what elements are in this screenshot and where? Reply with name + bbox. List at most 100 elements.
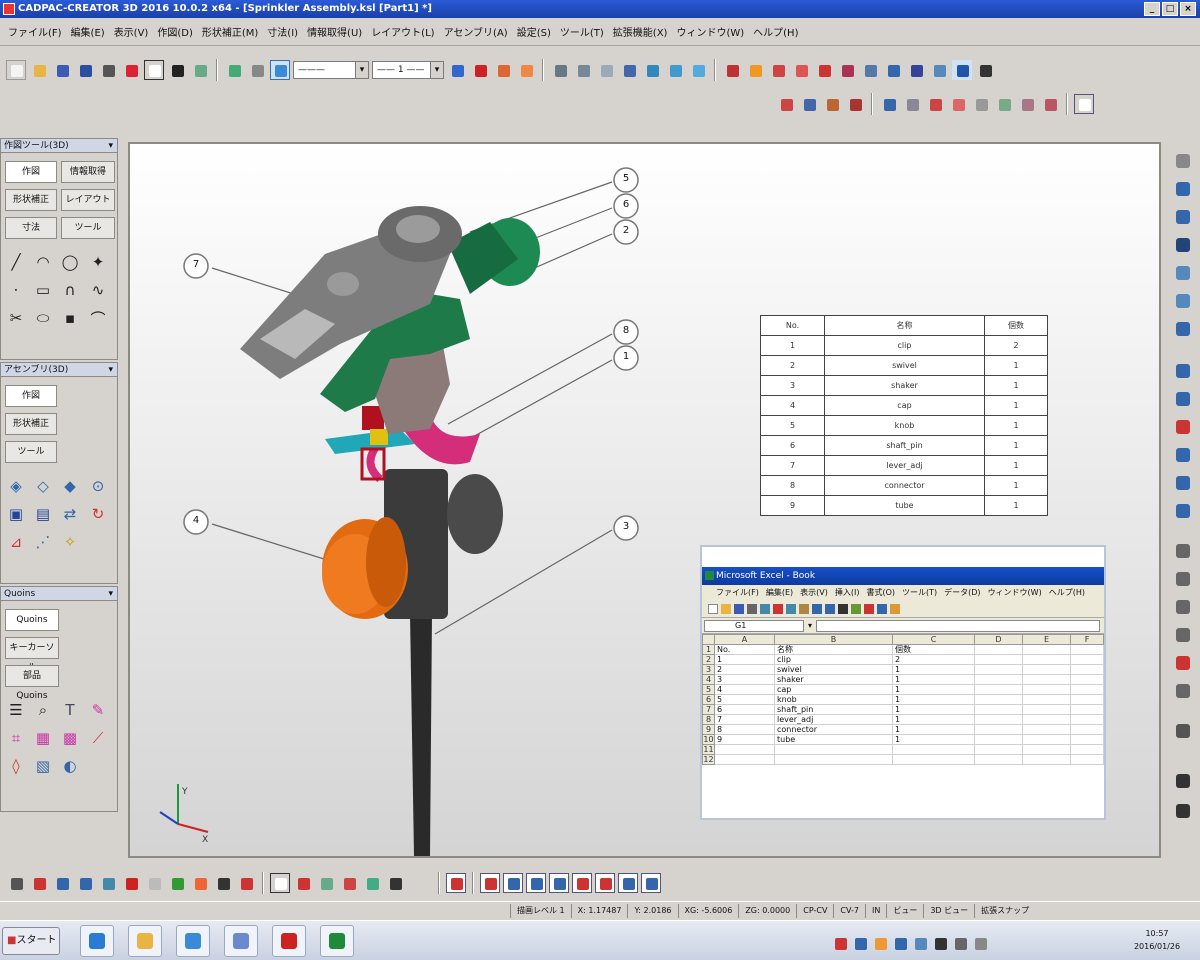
menu-settings[interactable]: 設定(S): [517, 24, 551, 39]
excel-paste-icon[interactable]: [799, 603, 809, 614]
view-side-icon[interactable]: [665, 60, 685, 80]
excel-cell[interactable]: [1022, 714, 1071, 725]
balloon-8[interactable]: 8: [620, 325, 632, 336]
tray-keyboard-icon[interactable]: [950, 933, 967, 950]
excel-corner[interactable]: [702, 634, 715, 645]
excel-zoom-icon[interactable]: [890, 603, 900, 614]
excel-undo-icon[interactable]: [812, 603, 822, 614]
excel-cell[interactable]: 9: [714, 734, 775, 745]
excel-grid[interactable]: A B C D E F 1 No. 名称 個数 2 1 clip 2 3 2 swivel 1 4 3 sh…: [702, 634, 1104, 765]
excel-cell[interactable]: [1070, 654, 1104, 665]
excel-cell[interactable]: [974, 674, 1023, 685]
excel-cell[interactable]: swivel: [774, 664, 893, 675]
excel-cell[interactable]: [974, 664, 1023, 675]
tab-assembly-tools[interactable]: ツール: [5, 441, 57, 463]
line-icon[interactable]: [167, 60, 187, 80]
view-top-icon[interactable]: [642, 60, 662, 80]
orbit-view-icon[interactable]: [1172, 444, 1194, 466]
select-tool-icon[interactable]: [6, 873, 26, 893]
excel-col-f[interactable]: F: [1070, 634, 1104, 645]
excel-col-c[interactable]: C: [892, 634, 975, 645]
snap-intersect-icon[interactable]: [549, 873, 569, 893]
explorer-taskbar-icon[interactable]: [128, 925, 162, 957]
panel-header[interactable]: 作図ツール(3D): [1, 139, 117, 153]
rectangle-tool-icon[interactable]: ▭: [32, 279, 54, 301]
excel-menu-format[interactable]: 書式(O): [866, 585, 895, 600]
new-file-icon[interactable]: [6, 60, 26, 80]
excel-cell[interactable]: 3: [714, 674, 775, 685]
mate-icon[interactable]: [837, 60, 857, 80]
excel-sort-icon[interactable]: [851, 603, 861, 614]
menu-modify[interactable]: 形状補正(M): [202, 24, 258, 39]
excel-dropdown-icon[interactable]: ▾: [808, 621, 812, 630]
light-view-icon[interactable]: [1172, 680, 1194, 702]
view-box-icon[interactable]: [1172, 178, 1194, 200]
arc-tool-icon[interactable]: ◠: [32, 251, 54, 273]
place-icon[interactable]: [879, 94, 899, 114]
balloon-6[interactable]: 6: [620, 199, 632, 210]
trim-tool-icon[interactable]: ✂: [5, 307, 27, 329]
excel-cell[interactable]: 2: [714, 664, 775, 675]
snap-near-icon[interactable]: [503, 873, 523, 893]
snap-perp-icon[interactable]: [572, 873, 592, 893]
fix-part-icon[interactable]: ▤: [32, 503, 54, 525]
pan-view-icon[interactable]: [1172, 416, 1194, 438]
status-3dview[interactable]: 3D ビュー: [923, 903, 974, 918]
excel-cell[interactable]: [974, 714, 1023, 725]
status-in[interactable]: IN: [865, 903, 886, 918]
balloon-4[interactable]: 4: [190, 515, 202, 526]
interference-icon[interactable]: [948, 94, 968, 114]
tray-alert-icon[interactable]: [830, 933, 847, 950]
menu-file[interactable]: ファイル(F): [8, 24, 62, 39]
zoom-view-icon[interactable]: [1172, 472, 1194, 494]
excel-cell[interactable]: lever_adj: [774, 714, 893, 725]
fill-tool-icon[interactable]: ▪: [59, 307, 81, 329]
part-blue-icon[interactable]: [799, 94, 819, 114]
measure-view-icon[interactable]: [1172, 540, 1194, 562]
tray-help-icon[interactable]: [930, 933, 947, 950]
tab-modify[interactable]: 形状補正: [5, 189, 57, 211]
material-icon[interactable]: [516, 60, 536, 80]
minimize-button[interactable]: _: [1144, 2, 1160, 16]
excel-cell[interactable]: [974, 654, 1023, 665]
excel-menu-insert[interactable]: 挿入(I): [835, 585, 860, 600]
excel-cell[interactable]: 個数: [892, 644, 975, 655]
excel-cell[interactable]: 1: [892, 724, 975, 735]
excel-cell[interactable]: [892, 754, 975, 765]
measure-icon[interactable]: [550, 60, 570, 80]
tab-dimension[interactable]: 寸法: [5, 217, 57, 239]
excel-cell[interactable]: [714, 744, 775, 755]
excel-cell[interactable]: tube: [774, 734, 893, 745]
close-button[interactable]: ×: [1180, 2, 1196, 16]
menu-help[interactable]: ヘルプ(H): [753, 24, 798, 39]
view-front-icon[interactable]: [619, 60, 639, 80]
view-layer-icon[interactable]: [1172, 318, 1194, 340]
triangle-tool-icon[interactable]: [270, 873, 290, 893]
monitor-icon[interactable]: [975, 60, 995, 80]
excel-cell[interactable]: [974, 684, 1023, 695]
assembly-icon[interactable]: [814, 60, 834, 80]
constraint-tool-icon[interactable]: ▣: [5, 503, 27, 525]
tab-assembly-modify[interactable]: 形状補正: [5, 413, 57, 435]
list-view-icon[interactable]: [1172, 720, 1194, 742]
excel-menu-file[interactable]: ファイル(F): [716, 585, 759, 600]
tools-taskbar-icon[interactable]: [224, 925, 258, 957]
excel-cell[interactable]: [1070, 694, 1104, 705]
media-taskbar-icon[interactable]: [176, 925, 210, 957]
excel-cell[interactable]: [774, 744, 893, 755]
excel-cell[interactable]: [774, 754, 893, 765]
balloon-1[interactable]: 1: [620, 351, 632, 362]
copy-icon[interactable]: [224, 60, 244, 80]
section-icon[interactable]: [722, 60, 742, 80]
tab-assembly-draw[interactable]: 作図: [5, 385, 57, 407]
tray-volume-icon[interactable]: [910, 933, 927, 950]
snap-angle-icon[interactable]: [641, 873, 661, 893]
distance-icon[interactable]: [573, 60, 593, 80]
excel-row-header[interactable]: 10: [702, 734, 715, 745]
excel-cell[interactable]: [974, 704, 1023, 715]
part-edit-icon[interactable]: [845, 94, 865, 114]
subassembly-icon[interactable]: ◇: [32, 475, 54, 497]
excel-menu-tools[interactable]: ツール(T): [902, 585, 937, 600]
status-view[interactable]: ビュー: [886, 903, 923, 918]
menu-edit[interactable]: 編集(E): [71, 24, 105, 39]
